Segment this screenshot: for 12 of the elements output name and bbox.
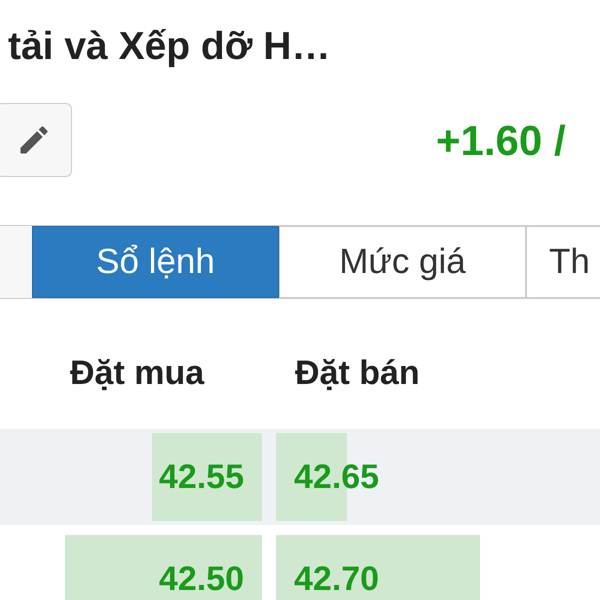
bid-price: 42.50 [158, 558, 244, 600]
edit-button[interactable] [0, 103, 72, 177]
column-header: Đặt mua [70, 353, 206, 394]
bid-price: 42.55 [158, 456, 244, 498]
tab[interactable]: Th [526, 226, 600, 298]
price-change: +1.60 / [436, 116, 566, 166]
stock-title: tải và Xếp dỡ H… [8, 25, 330, 68]
column-header: Đặt bán [295, 353, 420, 394]
tab[interactable]: Sổ lệnh [32, 226, 279, 298]
ask-price: 42.70 [294, 558, 380, 600]
tab[interactable]: Mức giá [279, 226, 526, 298]
ask-price: 42.65 [294, 456, 380, 498]
